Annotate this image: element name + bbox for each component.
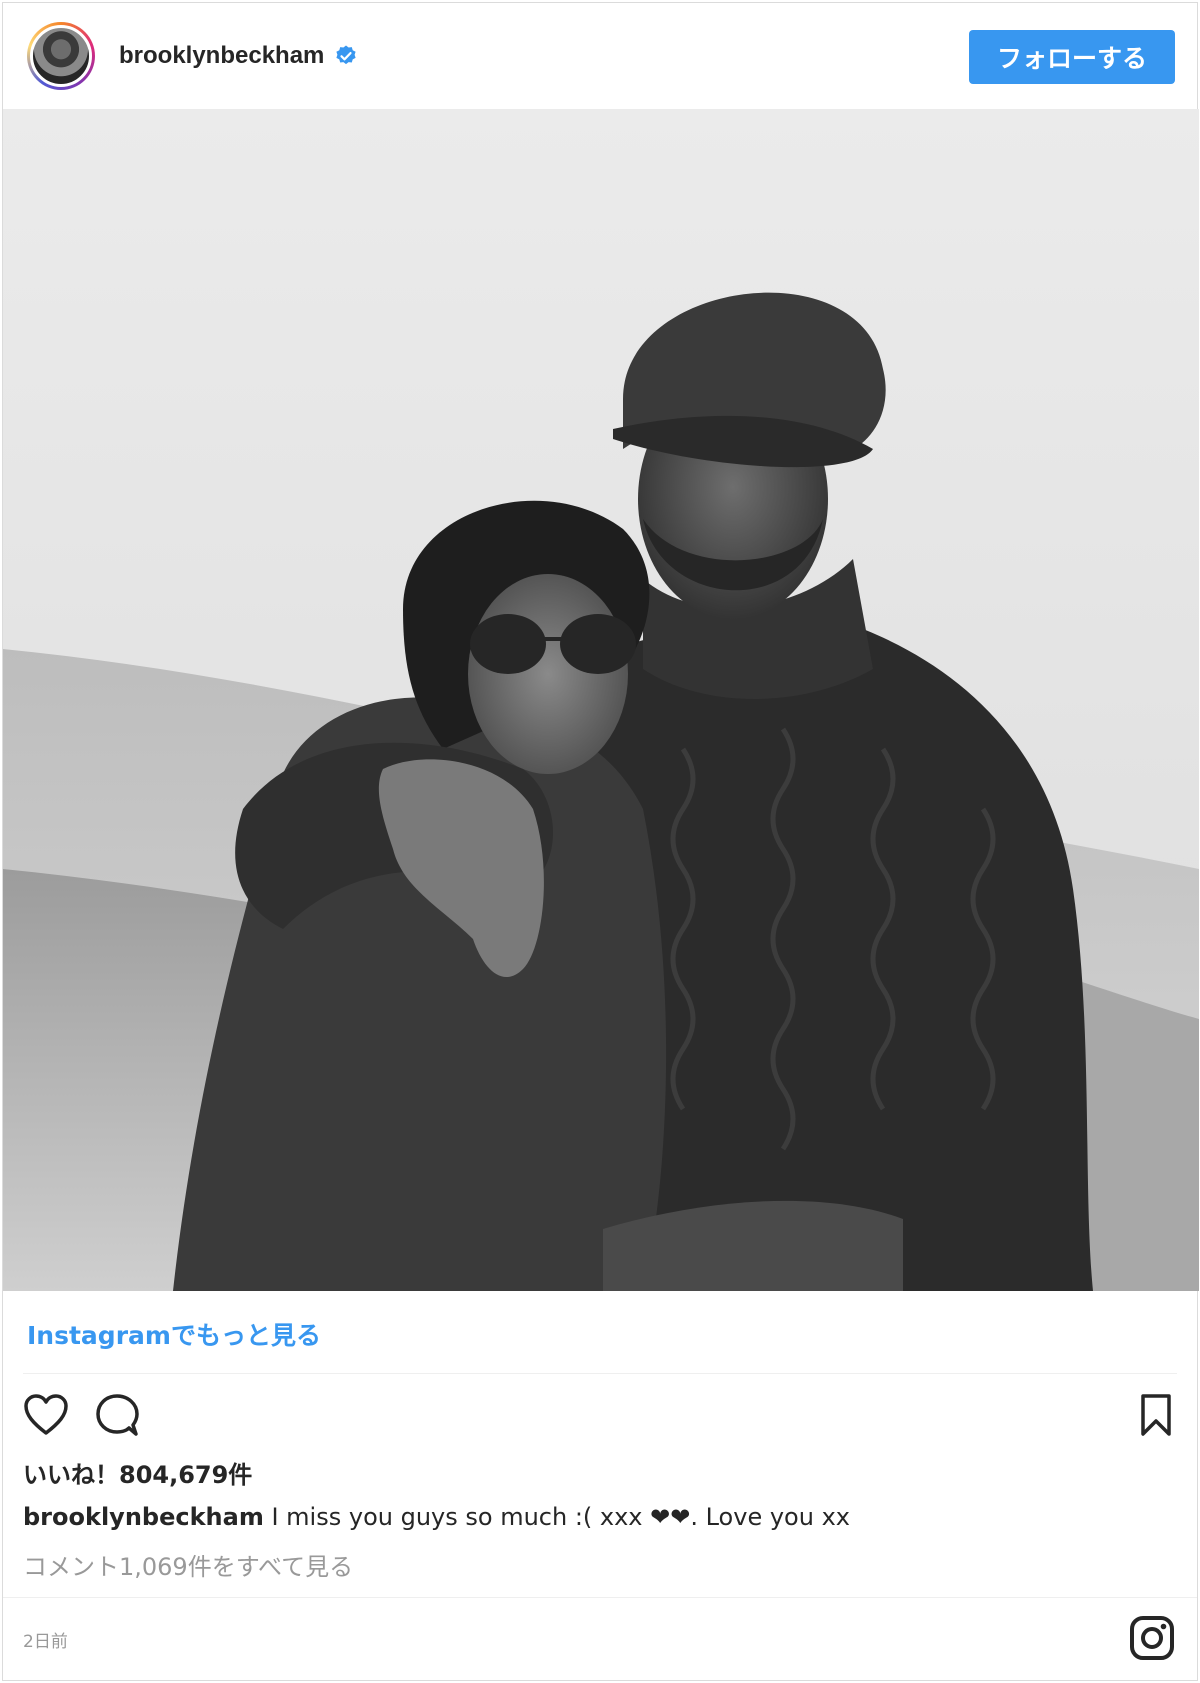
view-all-comments-link[interactable]: コメント1,069件をすべて見る xyxy=(23,1547,353,1582)
instagram-logo-icon[interactable] xyxy=(1129,1615,1175,1661)
like-count: いいね！804,679件 xyxy=(23,1461,253,1489)
bookmark-icon[interactable] xyxy=(1139,1393,1173,1437)
post-timestamp: 2日前 xyxy=(23,1632,68,1652)
follow-button[interactable]: フォローする xyxy=(969,30,1175,84)
instagram-embed-card: brooklynbeckham フォローする Instagramでもっと見る い… xyxy=(2,2,1199,1681)
divider xyxy=(3,1597,1197,1598)
avatar[interactable] xyxy=(27,22,95,90)
username[interactable]: brooklynbeckham xyxy=(119,42,324,70)
divider xyxy=(23,1373,1177,1374)
view-more-on-instagram-link[interactable]: Instagramでもっと見る xyxy=(27,1316,321,1352)
post-photo-image xyxy=(3,109,1199,1291)
caption-username[interactable]: brooklynbeckham xyxy=(23,1503,264,1531)
comment-icon[interactable] xyxy=(95,1393,139,1437)
post-photo[interactable] xyxy=(3,109,1199,1291)
caption: brooklynbeckham I miss you guys so much … xyxy=(23,1503,850,1531)
verified-badge-icon xyxy=(336,45,357,65)
caption-text: I miss you guys so much :( xxx ❤❤. Love … xyxy=(263,1503,850,1531)
post-header: brooklynbeckham フォローする xyxy=(3,3,1197,109)
heart-icon[interactable] xyxy=(23,1393,69,1437)
avatar-image xyxy=(30,25,92,87)
